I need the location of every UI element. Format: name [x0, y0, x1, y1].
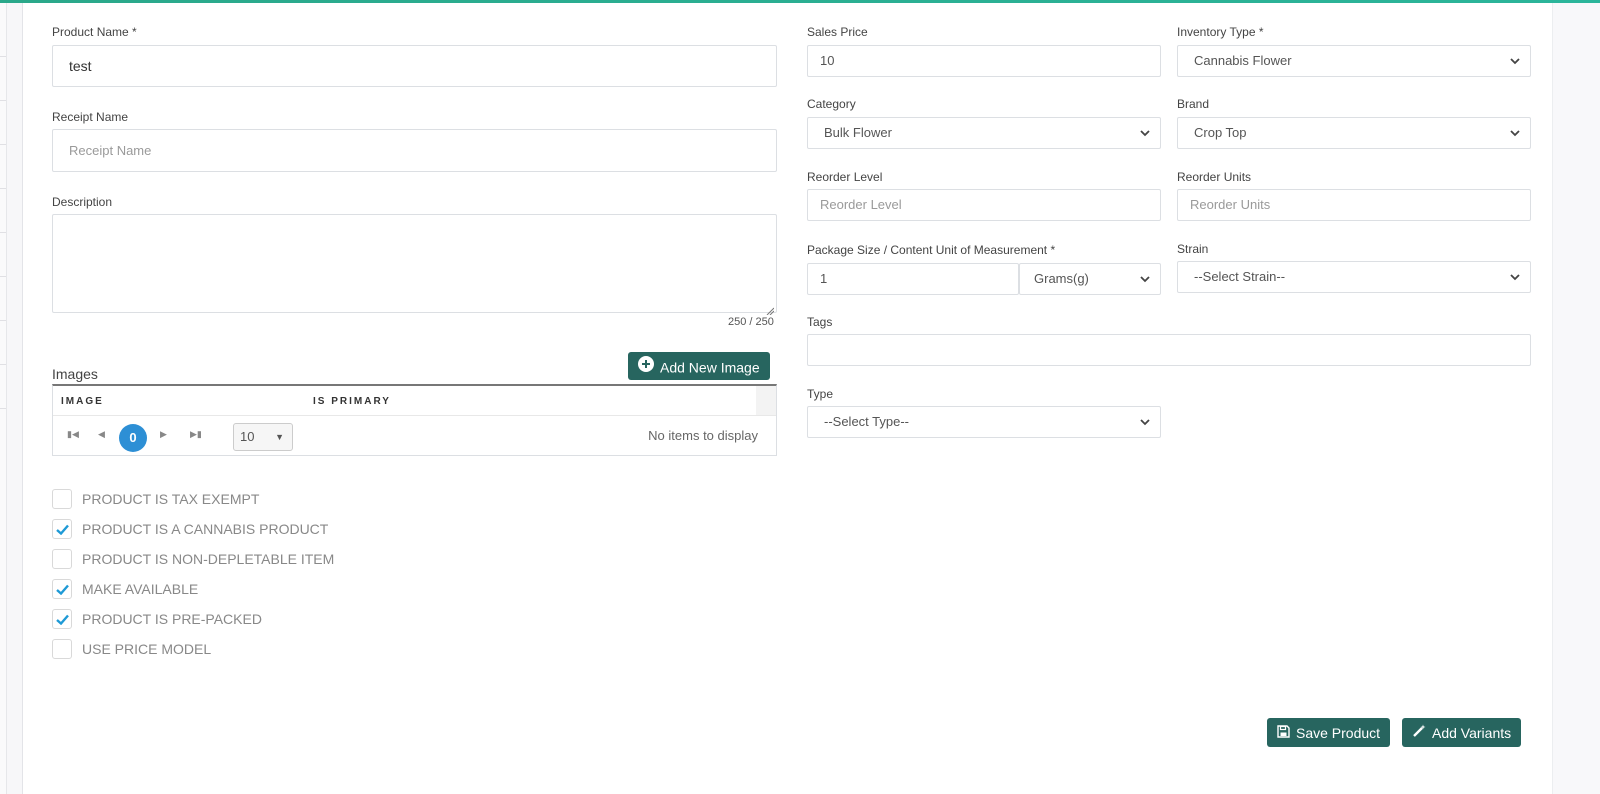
strain-value: --Select Strain-- — [1194, 269, 1286, 284]
divider — [0, 408, 6, 409]
type-value: --Select Type-- — [824, 414, 910, 429]
add-new-image-label: Add New Image — [660, 359, 760, 376]
product-name-label: Product Name * — [52, 25, 137, 39]
column-header-is-primary[interactable]: IS PRIMARY — [313, 396, 391, 407]
checkbox-label: MAKE AVAILABLE — [82, 581, 199, 597]
product-name-input[interactable]: test — [52, 45, 777, 87]
divider — [0, 276, 6, 277]
chevron-down-icon — [1510, 273, 1520, 281]
package-size-label: Package Size / Content Unit of Measureme… — [807, 243, 1056, 257]
chevron-down-icon — [1140, 275, 1150, 283]
reorder-units-input[interactable]: Reorder Units — [1177, 189, 1531, 221]
strain-label: Strain — [1177, 242, 1209, 256]
type-select[interactable]: --Select Type-- — [807, 406, 1161, 438]
checkmark-icon — [56, 524, 69, 535]
left-edge-strip — [0, 3, 7, 794]
checkbox-box[interactable] — [52, 579, 72, 599]
top-accent-bar — [0, 0, 1600, 3]
checkbox-box[interactable] — [52, 549, 72, 569]
receipt-name-input[interactable]: Receipt Name — [52, 129, 777, 172]
package-size-input[interactable]: 1 — [807, 263, 1019, 295]
category-value: Bulk Flower — [824, 125, 892, 140]
category-select[interactable]: Bulk Flower — [807, 117, 1161, 149]
images-section-title: Images — [52, 366, 98, 382]
reorder-level-input[interactable]: Reorder Level — [807, 189, 1161, 221]
description-textarea[interactable] — [52, 214, 777, 313]
tags-input[interactable] — [807, 334, 1531, 366]
type-label: Type — [807, 387, 834, 401]
prev-page-icon[interactable]: ◀ — [98, 429, 105, 440]
images-grid-header: IMAGE IS PRIMARY — [53, 386, 776, 416]
header-scrollbar-spacer — [756, 386, 776, 415]
floppy-disk-icon — [1277, 719, 1290, 748]
checkbox-label: PRODUCT IS PRE-PACKED — [82, 611, 262, 627]
reorder-units-label: Reorder Units — [1177, 170, 1252, 184]
add-variants-button[interactable]: Add Variants — [1402, 718, 1522, 748]
magic-wand-icon — [1412, 719, 1426, 748]
add-new-image-button[interactable]: Add New Image — [628, 352, 770, 380]
column-header-image[interactable]: IMAGE — [61, 396, 104, 407]
sales-price-label: Sales Price — [807, 25, 868, 39]
right-scroll-gutter[interactable] — [1552, 3, 1600, 794]
sales-price-input[interactable]: 10 — [807, 45, 1161, 77]
images-pager: ▮◀ ◀ 0 ▶ ▶▮ 10 ▼ No items to display — [53, 417, 776, 456]
caret-down-icon: ▼ — [275, 432, 284, 442]
receipt-name-label: Receipt Name — [52, 110, 129, 124]
checkbox-label: PRODUCT IS NON-DEPLETABLE ITEM — [82, 551, 335, 567]
add-variants-label: Add Variants — [1432, 724, 1512, 741]
save-product-button[interactable]: Save Product — [1267, 718, 1391, 748]
empty-message: No items to display — [648, 428, 758, 443]
current-page-button[interactable]: 0 — [119, 424, 147, 452]
strain-select[interactable]: --Select Strain-- — [1177, 261, 1531, 293]
reorder-level-label: Reorder Level — [807, 170, 883, 184]
resize-handle-icon[interactable] — [766, 302, 775, 316]
checkbox-label: PRODUCT IS TAX EXEMPT — [82, 491, 260, 507]
checkbox-label: PRODUCT IS A CANNABIS PRODUCT — [82, 521, 329, 537]
plus-circle-icon — [638, 353, 654, 381]
images-grid: IMAGE IS PRIMARY ▮◀ ◀ 0 ▶ ▶▮ 10 ▼ No ite… — [52, 384, 777, 456]
checkbox-box[interactable] — [52, 519, 72, 539]
chevron-down-icon — [1140, 418, 1150, 426]
divider — [0, 232, 6, 233]
divider — [0, 144, 6, 145]
brand-value: Crop Top — [1194, 125, 1247, 140]
inventory-type-label: Inventory Type * — [1177, 25, 1264, 39]
brand-label: Brand — [1177, 97, 1210, 111]
page-size-value: 10 — [240, 429, 255, 444]
description-char-count: 250 / 250 — [728, 316, 774, 328]
unit-of-measure-select[interactable]: Grams(g) — [1019, 263, 1161, 295]
checkmark-icon — [56, 584, 69, 595]
category-label: Category — [807, 97, 856, 111]
brand-select[interactable]: Crop Top — [1177, 117, 1531, 149]
checkmark-icon — [56, 614, 69, 625]
inventory-type-select[interactable]: Cannabis Flower — [1177, 45, 1531, 77]
divider — [0, 364, 6, 365]
checkbox-box[interactable] — [52, 639, 72, 659]
checkbox-box[interactable] — [52, 489, 72, 509]
chevron-down-icon — [1510, 57, 1520, 65]
checkbox-label: USE PRICE MODEL — [82, 641, 212, 657]
chevron-down-icon — [1140, 129, 1150, 137]
divider — [0, 100, 6, 101]
checkbox-box[interactable] — [52, 609, 72, 629]
save-product-label: Save Product — [1296, 724, 1381, 741]
first-page-icon[interactable]: ▮◀ — [67, 429, 79, 440]
divider — [0, 188, 6, 189]
last-page-icon[interactable]: ▶▮ — [190, 429, 202, 440]
divider — [0, 56, 6, 57]
divider — [0, 320, 6, 321]
tags-label: Tags — [807, 315, 833, 329]
next-page-icon[interactable]: ▶ — [160, 429, 167, 440]
description-label: Description — [52, 195, 113, 209]
page-size-select[interactable]: 10 ▼ — [233, 423, 293, 451]
unit-of-measure-value: Grams(g) — [1034, 271, 1089, 286]
chevron-down-icon — [1510, 129, 1520, 137]
inventory-type-value: Cannabis Flower — [1194, 53, 1292, 68]
left-gutter — [7, 3, 23, 794]
